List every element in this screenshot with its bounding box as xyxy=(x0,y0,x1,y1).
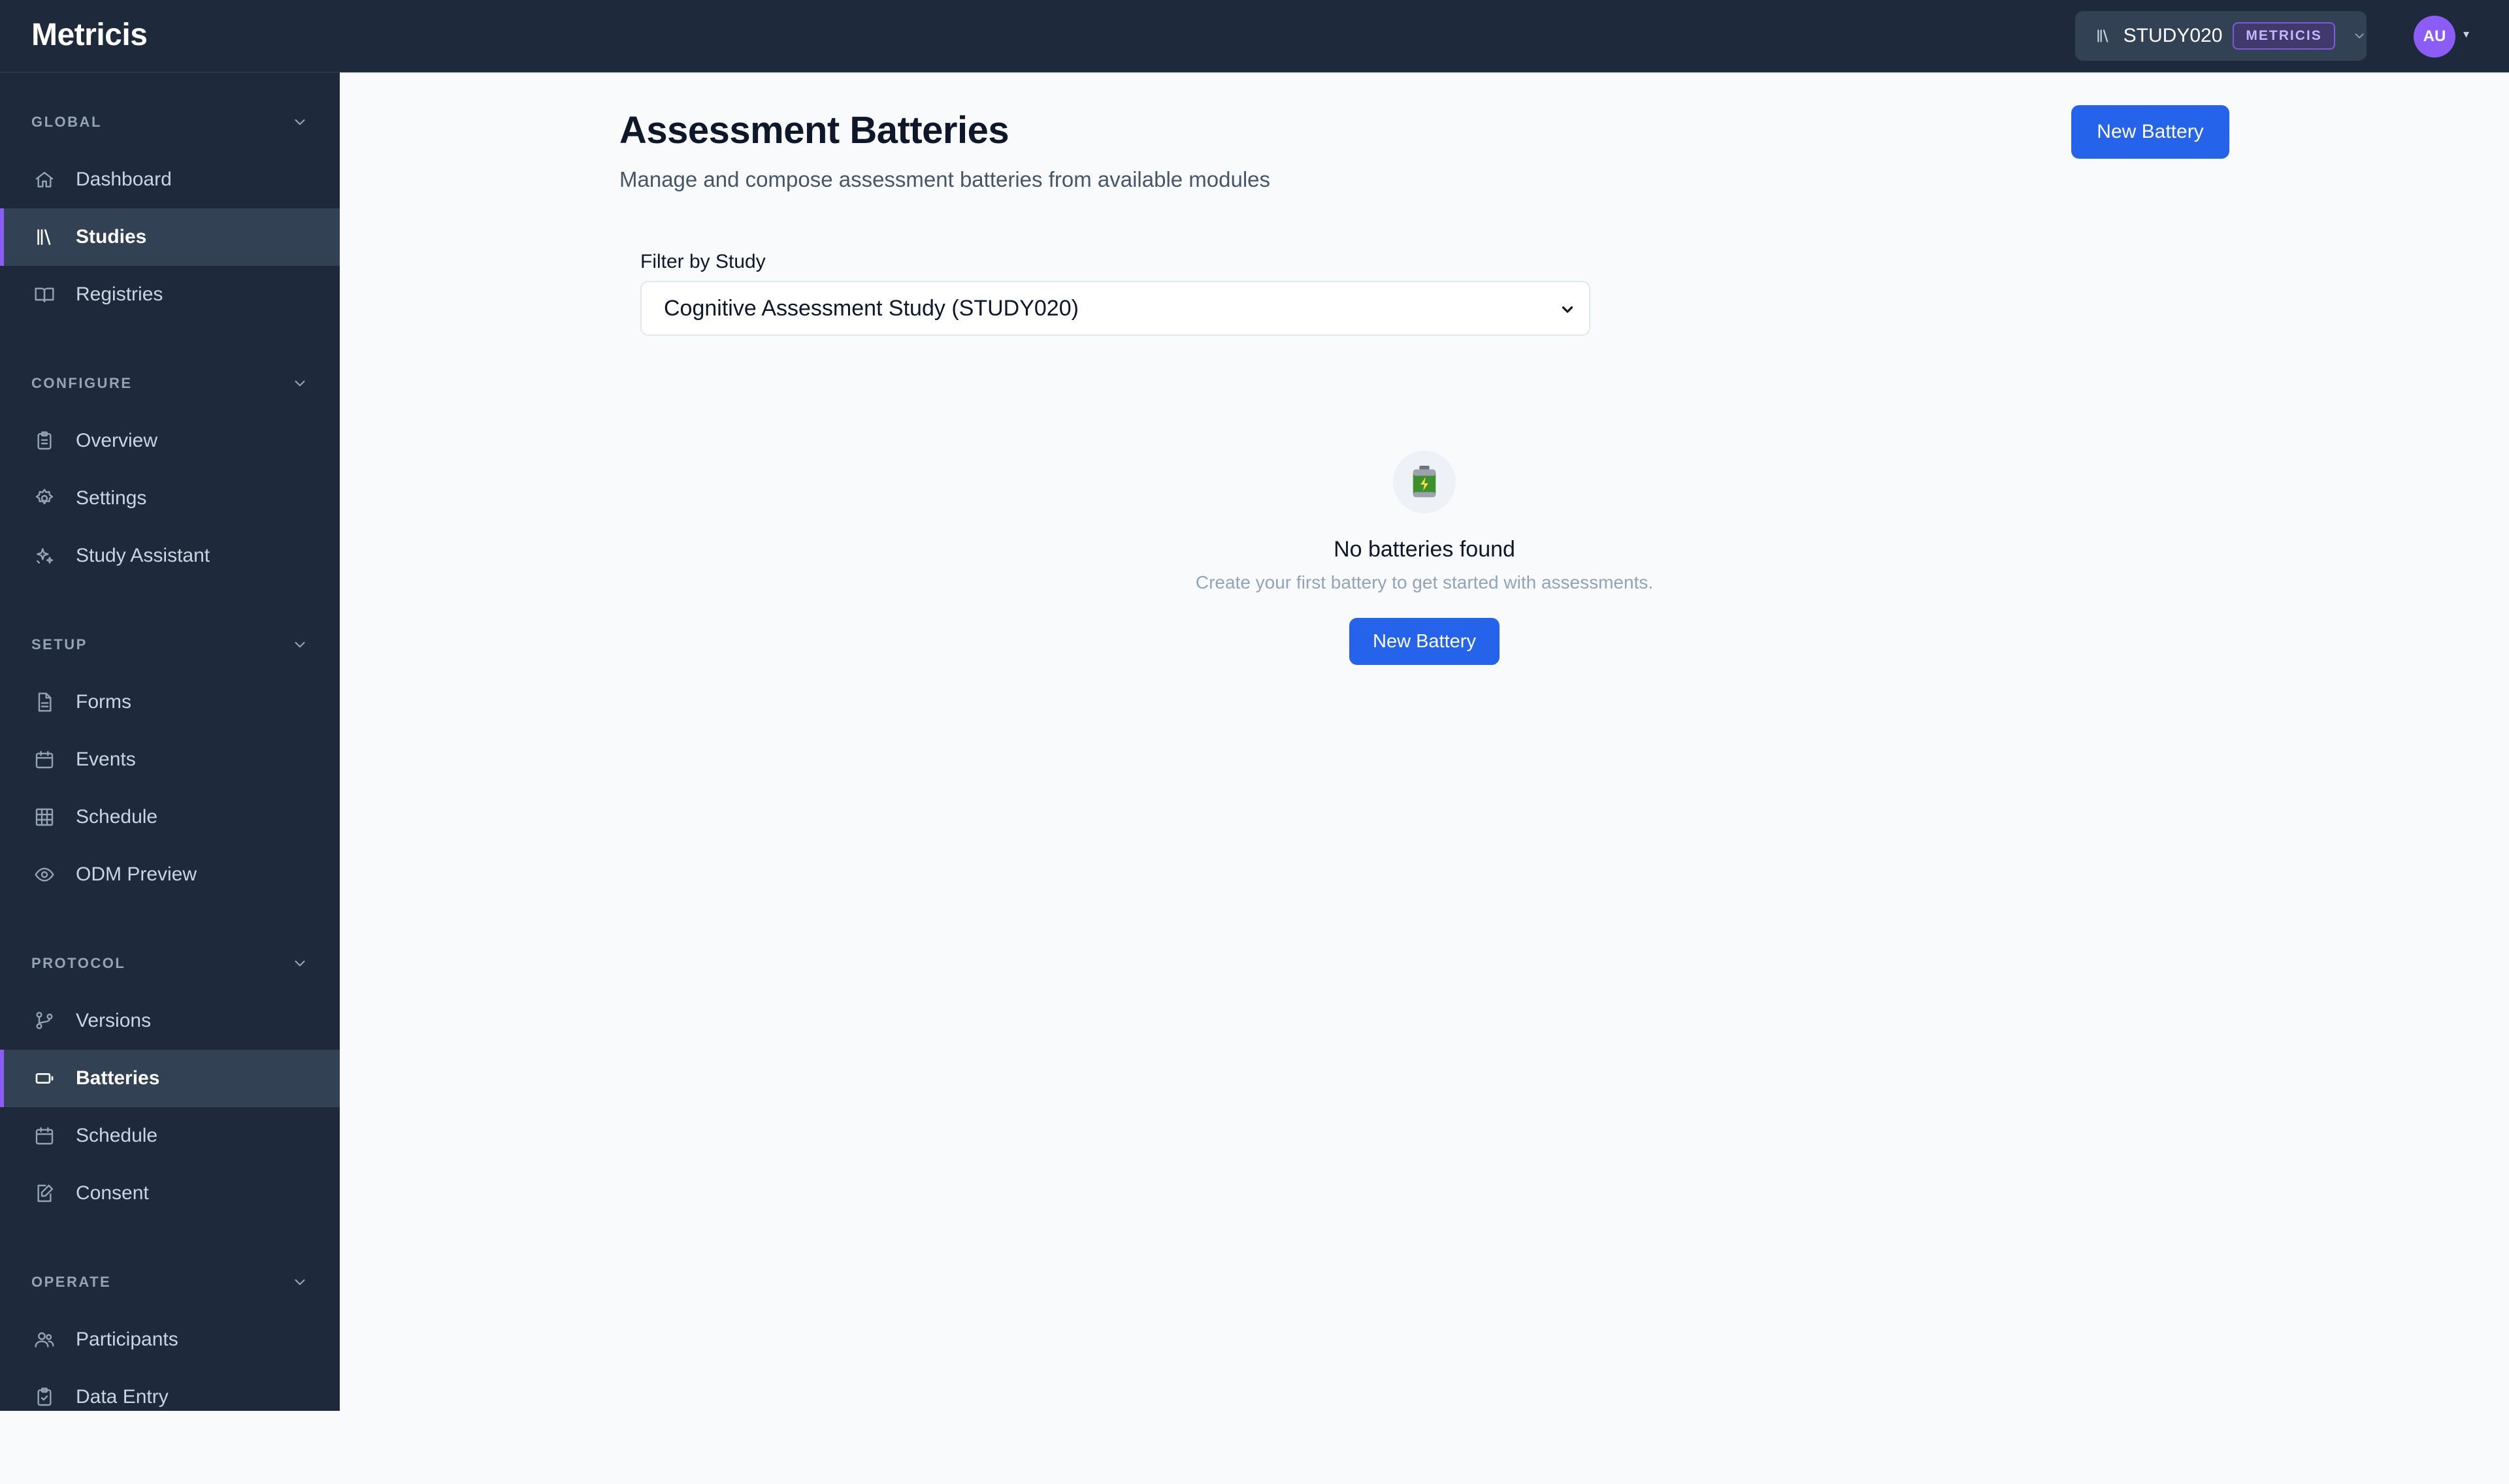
sidebar-item-label: Events xyxy=(76,749,136,770)
sidebar-item-study-assistant[interactable]: Study Assistant xyxy=(0,527,340,585)
clipboard-icon xyxy=(37,431,52,450)
empty-state-description: Create your first battery to get started… xyxy=(1195,572,1654,592)
section-label: GLOBAL xyxy=(31,114,102,130)
top-bar: Metricis STUDY020 METRICIS AU ▾ xyxy=(0,0,2509,73)
gear-icon xyxy=(35,489,54,505)
sidebar-item-label: Versions xyxy=(76,1010,152,1031)
users-icon xyxy=(35,1332,54,1347)
battery-icon xyxy=(35,1073,54,1084)
sidebar-item-consent[interactable]: Consent xyxy=(0,1165,340,1222)
sparkles-icon xyxy=(37,548,54,564)
study-switcher[interactable]: STUDY020 METRICIS xyxy=(2075,11,2367,61)
library-icon xyxy=(37,229,51,245)
chevron-down-icon xyxy=(1562,306,1573,313)
user-avatar[interactable]: AU xyxy=(2414,16,2455,57)
empty-state-title: No batteries found xyxy=(1334,537,1515,562)
calendar-icon xyxy=(35,750,54,769)
sidebar-item-studies[interactable]: Studies xyxy=(0,208,340,266)
section-setup[interactable]: SETUP xyxy=(31,632,308,658)
document-icon xyxy=(38,692,52,712)
chevron-down-icon xyxy=(295,1279,305,1285)
chevron-down-icon xyxy=(2355,33,2364,39)
filter-label: Filter by Study xyxy=(640,251,766,272)
sidebar-item-label: Forms xyxy=(76,691,131,713)
sidebar-item-settings[interactable]: Settings xyxy=(0,470,340,527)
brand-logo[interactable]: Metricis xyxy=(31,17,148,53)
study-filter-select[interactable]: Cognitive Assessment Study (STUDY020) xyxy=(640,281,1590,336)
section-label: SETUP xyxy=(31,636,88,653)
calendar-icon xyxy=(35,1127,54,1145)
sidebar-item-label: Studies xyxy=(76,226,147,248)
sidebar-item-label: Batteries xyxy=(76,1067,160,1089)
avatar-caret-icon[interactable]: ▾ xyxy=(2463,27,2469,41)
sidebar-item-participants[interactable]: Participants xyxy=(0,1311,340,1368)
book-open-icon xyxy=(35,287,54,302)
empty-state-icon-wrap xyxy=(1393,451,1456,513)
sidebar-item-events[interactable]: Events xyxy=(0,731,340,788)
edit-document-icon xyxy=(37,1184,54,1202)
sidebar-item-label: ODM Preview xyxy=(76,863,197,885)
sidebar-item-data-entry[interactable]: Data Entry xyxy=(0,1368,340,1411)
home-icon xyxy=(35,172,54,187)
study-filter-value: Cognitive Assessment Study (STUDY020) xyxy=(664,295,1079,321)
study-code: STUDY020 xyxy=(2123,25,2223,46)
sidebar-item-batteries[interactable]: Batteries xyxy=(0,1050,340,1107)
study-badge: METRICIS xyxy=(2233,22,2335,50)
eye-icon xyxy=(35,867,54,882)
empty-state-new-battery-button[interactable]: New Battery xyxy=(1349,618,1500,665)
chevron-down-icon xyxy=(295,960,305,967)
sidebar-item-forms[interactable]: Forms xyxy=(0,673,340,731)
sidebar-item-label: Settings xyxy=(76,487,147,509)
page-title: Assessment Batteries xyxy=(619,109,1009,152)
chevron-down-icon xyxy=(295,380,305,387)
section-configure[interactable]: CONFIGURE xyxy=(31,370,308,396)
section-global[interactable]: GLOBAL xyxy=(31,109,308,135)
sidebar-item-label: Dashboard xyxy=(76,169,172,190)
sidebar-item-registries[interactable]: Registries xyxy=(0,266,340,323)
section-label: PROTOCOL xyxy=(31,955,126,971)
sidebar-item-overview[interactable]: Overview xyxy=(0,412,340,470)
chevron-down-icon xyxy=(295,119,305,125)
sidebar-item-label: Consent xyxy=(76,1182,149,1204)
sidebar-item-label: Overview xyxy=(76,430,158,451)
library-icon xyxy=(2097,29,2108,42)
battery-emoji-icon xyxy=(1413,466,1436,498)
sidebar-item-label: Schedule xyxy=(76,1125,158,1146)
sidebar-item-label: Participants xyxy=(76,1329,178,1350)
section-label: CONFIGURE xyxy=(31,375,133,391)
sidebar-item-label: Schedule xyxy=(76,806,158,828)
sidebar-item-label: Study Assistant xyxy=(76,545,210,566)
chevron-down-icon xyxy=(295,641,305,648)
sidebar-item-versions[interactable]: Versions xyxy=(0,992,340,1050)
section-label: OPERATE xyxy=(31,1274,112,1290)
grid-icon xyxy=(35,808,54,826)
section-protocol[interactable]: PROTOCOL xyxy=(31,950,308,976)
sidebar-item-label: Registries xyxy=(76,283,163,305)
sidebar-item-odm-preview[interactable]: ODM Preview xyxy=(0,846,340,903)
sidebar-item-schedule[interactable]: Schedule xyxy=(0,788,340,846)
sidebar-item-label: Data Entry xyxy=(76,1386,169,1408)
sidebar-item-protocol-schedule[interactable]: Schedule xyxy=(0,1107,340,1165)
sidebar: GLOBAL Dashboard Studies Registries CONF… xyxy=(0,73,340,1411)
section-operate[interactable]: OPERATE xyxy=(31,1269,308,1295)
git-branch-icon xyxy=(36,1012,53,1029)
clipboard-check-icon xyxy=(37,1387,52,1406)
sidebar-item-dashboard[interactable]: Dashboard xyxy=(0,151,340,208)
page-subtitle: Manage and compose assessment batteries … xyxy=(619,167,1271,191)
new-battery-button[interactable]: New Battery xyxy=(2071,105,2229,159)
